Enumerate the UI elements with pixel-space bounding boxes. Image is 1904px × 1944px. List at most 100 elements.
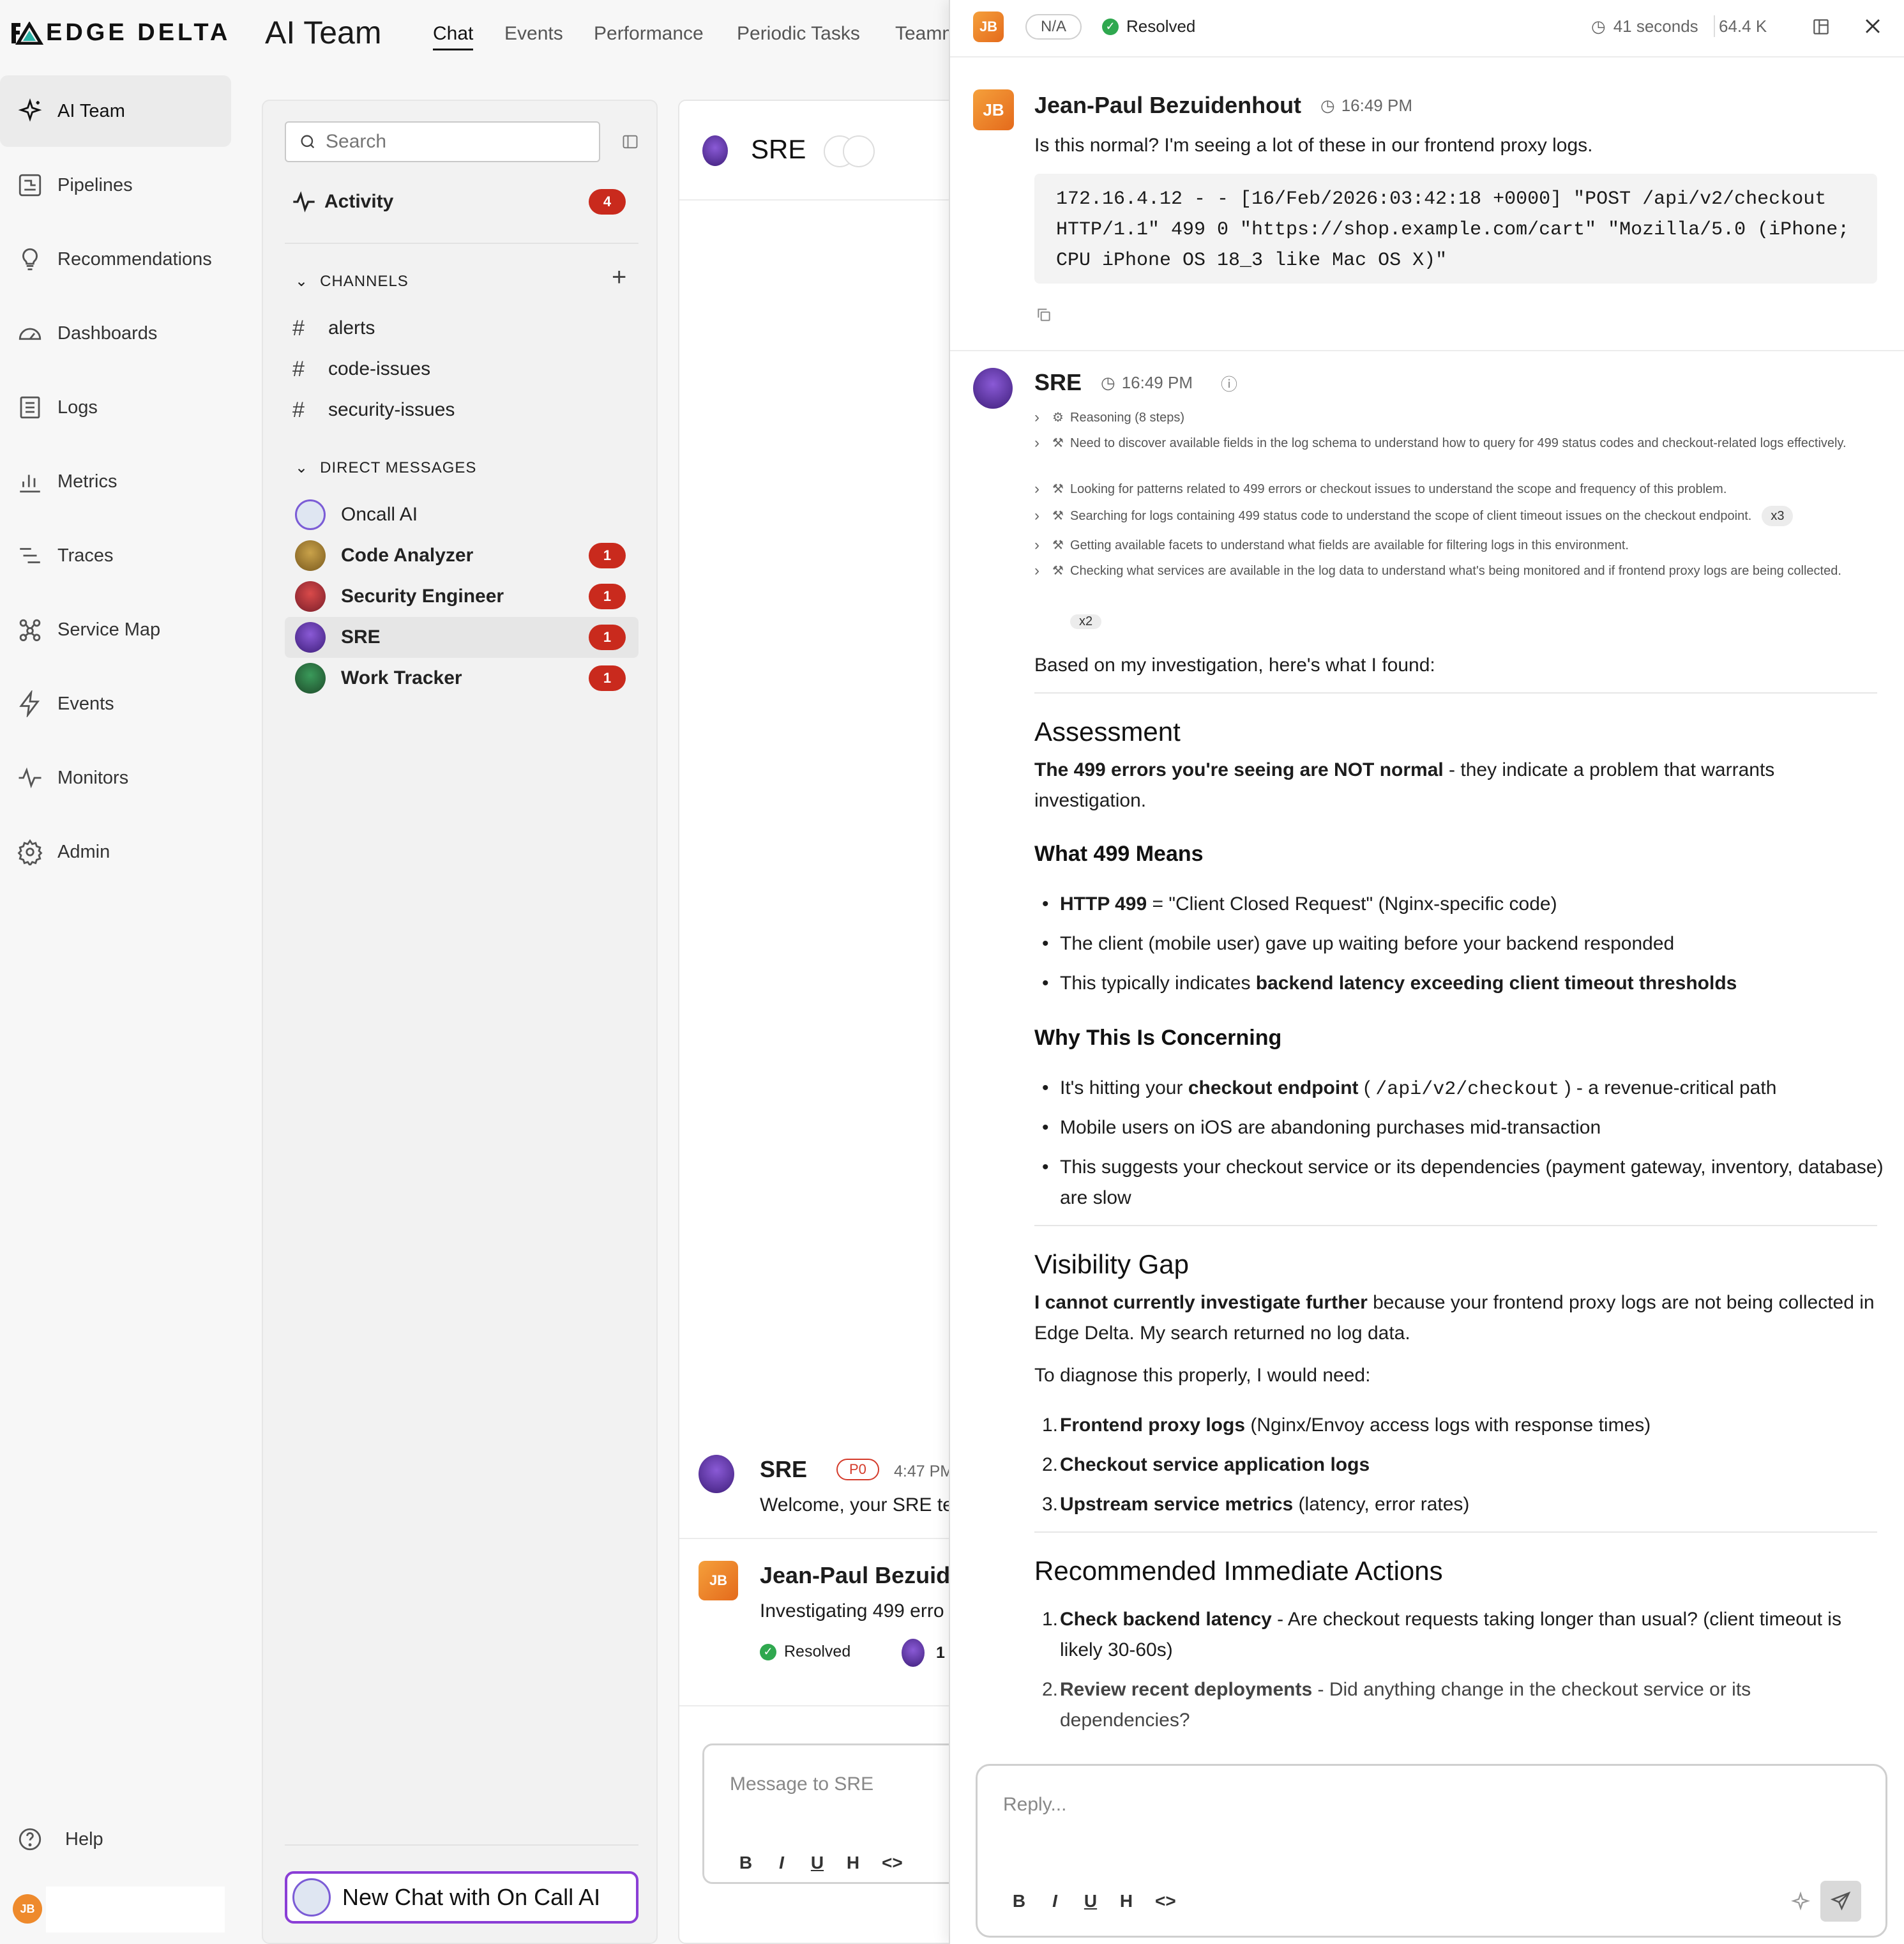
dm-item-work-tracker[interactable]: Work Tracker 1	[285, 658, 638, 699]
reasoning-step[interactable]: › ⚒ Need to discover available fields in t…	[1034, 433, 1877, 453]
text: This suggests your checkout service or i…	[1060, 1157, 1884, 1208]
sre-avatar	[702, 135, 728, 166]
unread-badge: 1	[589, 543, 626, 568]
step-text: Need to discover available fields in the…	[1070, 436, 1847, 450]
tool-icon: ⚒	[1052, 509, 1064, 523]
divider	[1714, 15, 1715, 37]
chat-title: SRE	[751, 134, 806, 164]
underline-button[interactable]: U	[810, 1853, 824, 1873]
reasoning-step[interactable]: › ⚒ Checking what services are available i…	[1034, 561, 1877, 581]
tab-periodic-tasks[interactable]: Periodic Tasks	[737, 23, 860, 45]
nav-item-help[interactable]: Help	[0, 1804, 231, 1875]
nav-item-metrics[interactable]: Metrics	[0, 446, 231, 517]
dm-item-code-analyzer[interactable]: Code Analyzer 1	[285, 535, 638, 576]
user-avatar[interactable]: JB	[13, 1894, 42, 1924]
message-text: Welcome, your SRE te	[760, 1494, 953, 1515]
pipeline-icon	[19, 174, 42, 197]
channel-name: security-issues	[328, 399, 455, 420]
participant-avatar[interactable]	[843, 135, 875, 167]
duration-value: 41 seconds	[1613, 17, 1698, 36]
nav-item-recommendations[interactable]: Recommendations	[0, 224, 231, 295]
nav-item-events[interactable]: Events	[0, 668, 231, 740]
chevron-right-icon: ›	[1034, 507, 1039, 524]
expand-panel-icon[interactable]	[1811, 17, 1831, 37]
message-composer[interactable]: Message to SRE B I U H <>	[702, 1743, 958, 1884]
dm-section-header[interactable]: ⌄ DIRECT MESSAGES	[295, 459, 476, 477]
step-text: Checking what services are available in …	[1070, 564, 1841, 578]
info-icon[interactable]: ⓘ	[1221, 372, 1237, 395]
add-channel-icon[interactable]: +	[612, 263, 626, 292]
nav-label: Help	[65, 1828, 103, 1849]
divider	[1034, 1531, 1877, 1533]
divider	[1034, 692, 1877, 694]
nav-item-pipelines[interactable]: Pipelines	[0, 149, 231, 221]
tab-chat[interactable]: Chat	[433, 23, 474, 50]
gear-icon	[17, 839, 43, 865]
bold-text: I cannot currently investigate further	[1034, 1292, 1368, 1313]
text: It's hitting your	[1060, 1077, 1188, 1098]
channels-section-header[interactable]: ⌄ CHANNELS	[295, 272, 409, 291]
nav-item-monitors[interactable]: Monitors	[0, 742, 231, 814]
step-text: Looking for patterns related to 499 erro…	[1070, 482, 1727, 496]
security-engineer-avatar	[295, 581, 326, 612]
copy-icon[interactable]	[1036, 307, 1052, 323]
channel-panel: Activity 4 ⌄ CHANNELS + # alerts # code-is…	[262, 100, 658, 1944]
channel-item[interactable]: # security-issues	[285, 390, 638, 430]
bold-text: backend latency exceeding client timeout…	[1255, 973, 1737, 994]
reply-composer[interactable]: Reply... B I U H <>	[976, 1764, 1887, 1938]
dm-item-sre[interactable]: SRE 1	[285, 617, 638, 658]
status-label: Resolved	[784, 1643, 851, 1660]
italic-button[interactable]: I	[774, 1853, 789, 1873]
chevron-down-icon: ⌄	[295, 273, 309, 290]
nav-item-dashboards[interactable]: Dashboards	[0, 298, 231, 369]
brand-logo[interactable]: EDGE DELTA	[10, 19, 230, 47]
channels-heading: CHANNELS	[320, 272, 409, 290]
dm-item-security-engineer[interactable]: Security Engineer 1	[285, 576, 638, 617]
heading-button[interactable]: H	[846, 1853, 860, 1873]
unread-badge: 1	[589, 625, 626, 650]
clock-icon: ◷	[1101, 373, 1115, 392]
chevron-right-icon: ›	[1034, 480, 1039, 497]
heading-button[interactable]: H	[1119, 1891, 1133, 1911]
nav-label: Service Map	[57, 619, 161, 640]
activity-count-badge: 4	[589, 189, 626, 215]
reasoning-step[interactable]: › ⚒ Looking for patterns related to 499 er…	[1034, 479, 1877, 499]
channel-item[interactable]: # code-issues	[285, 349, 638, 390]
italic-button[interactable]: I	[1048, 1891, 1062, 1911]
thread-status[interactable]: ✓ Resolved	[760, 1643, 850, 1661]
search-input[interactable]	[326, 131, 568, 153]
bold-button[interactable]: B	[739, 1853, 753, 1873]
nav-item-service-map[interactable]: Service Map	[0, 594, 231, 665]
bold-text: Review recent deployments	[1060, 1679, 1313, 1700]
nav-item-admin[interactable]: Admin	[0, 816, 231, 888]
code-button[interactable]: <>	[882, 1853, 903, 1873]
code-button[interactable]: <>	[1155, 1891, 1176, 1911]
tab-events[interactable]: Events	[504, 23, 563, 45]
bold-button[interactable]: B	[1012, 1891, 1026, 1911]
divider	[285, 1844, 638, 1846]
close-icon[interactable]	[1862, 15, 1884, 37]
sidebar-toggle-icon[interactable]	[621, 133, 640, 151]
ai-enhance-icon[interactable]	[1790, 1891, 1811, 1913]
reasoning-step[interactable]: › ⚒ Getting available facets to understand…	[1034, 535, 1877, 556]
list-item: • Mobile users on iOS are abandoning purc…	[1042, 1117, 1601, 1138]
search-box[interactable]	[285, 121, 600, 162]
dm-item-oncall-ai[interactable]: Oncall AI	[285, 494, 638, 535]
send-button[interactable]	[1820, 1881, 1861, 1922]
text: = "Client Closed Request" (Nginx-specifi…	[1147, 893, 1557, 915]
activity-item[interactable]: Activity 4	[285, 181, 638, 222]
channel-item[interactable]: # alerts	[285, 308, 638, 349]
underline-button[interactable]: U	[1084, 1891, 1098, 1911]
reasoning-step[interactable]: › ⚒ Searching for logs containing 499 stat…	[1034, 506, 1877, 526]
tab-performance[interactable]: Performance	[594, 23, 704, 45]
nav-item-ai-team[interactable]: AI Team	[0, 75, 231, 147]
reasoning-step[interactable]: › ⚙ Reasoning (8 steps)	[1034, 407, 1877, 428]
nav-item-traces[interactable]: Traces	[0, 520, 231, 591]
new-chat-button[interactable]: New Chat with On Call AI	[285, 1871, 638, 1924]
status-indicator[interactable]: ✓ Resolved	[1102, 17, 1195, 36]
sre-avatar	[973, 368, 1013, 409]
priority-pill[interactable]: N/A	[1025, 14, 1082, 40]
chevron-right-icon: ›	[1034, 434, 1039, 452]
traces-icon	[20, 548, 40, 563]
nav-item-logs[interactable]: Logs	[0, 372, 231, 443]
